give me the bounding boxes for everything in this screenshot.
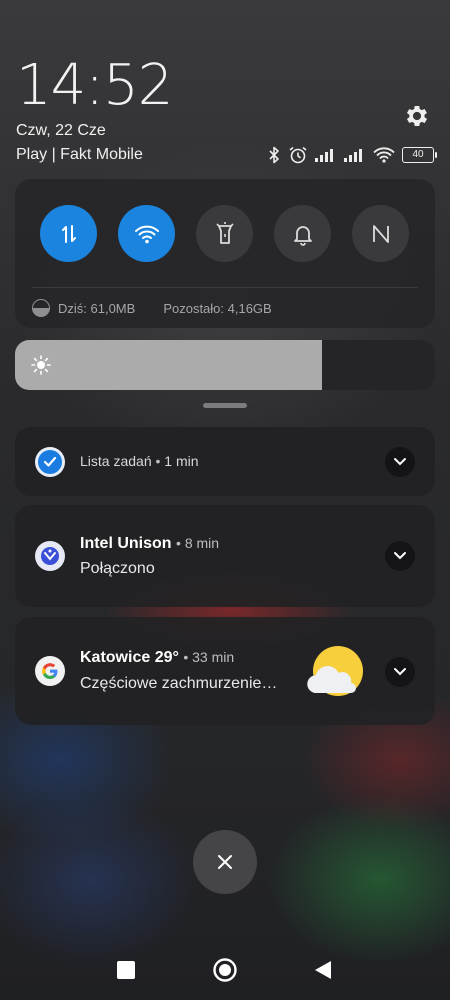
notification-time: 33 min	[192, 649, 235, 665]
carrier-name: Play | Fakt Mobile	[16, 146, 143, 163]
signal-icon	[344, 149, 362, 162]
recents-button[interactable]	[117, 961, 135, 979]
home-icon	[213, 958, 237, 982]
app-icon	[35, 447, 65, 477]
notification-body: Połączono	[80, 560, 155, 577]
sun-icon	[31, 355, 51, 375]
brightness-slider[interactable]	[15, 340, 435, 390]
expand-button[interactable]	[385, 447, 415, 477]
notification-header: Intel Unison • 8 min	[80, 535, 220, 552]
data-today: Dziś: 61,0MB	[58, 300, 136, 316]
google-icon	[42, 663, 58, 679]
home-button[interactable]	[212, 957, 238, 983]
intel-unison-icon	[41, 547, 59, 565]
app-icon	[35, 541, 65, 571]
panel-drag-handle[interactable]	[203, 403, 247, 408]
notification-body: Częściowe zachmurzenie…	[80, 675, 278, 692]
notification-card[interactable]: Katowice 29° • 33 min Częściowe zachmurz…	[15, 617, 435, 725]
close-icon	[218, 855, 232, 869]
partly-cloudy-icon	[307, 646, 363, 696]
app-icon	[35, 656, 65, 686]
wifi-status-icon	[373, 147, 395, 163]
brightness-fill	[15, 340, 322, 390]
bluetooth-icon	[269, 146, 279, 164]
date: Czw, 22 Cze	[16, 122, 106, 139]
back-icon	[315, 961, 331, 979]
clock: 14:52	[16, 53, 173, 118]
mobile-data-toggle[interactable]	[40, 205, 97, 262]
chevron-down-icon	[394, 668, 406, 676]
back-button[interactable]	[313, 960, 333, 980]
settings-gear-icon[interactable]	[403, 102, 431, 130]
status-bar-icons: 40	[267, 144, 437, 166]
data-usage-icon	[32, 299, 50, 317]
check-icon	[43, 456, 57, 467]
signal-icon	[315, 149, 333, 162]
wifi-toggle[interactable]	[118, 205, 175, 262]
quick-settings-panel: Dziś: 61,0MB Pozostało: 4,16GB	[15, 179, 435, 328]
expand-button[interactable]	[385, 541, 415, 571]
data-usage-row[interactable]: Dziś: 61,0MB Pozostało: 4,16GB	[32, 299, 272, 317]
alarm-icon	[289, 146, 307, 164]
divider	[32, 287, 418, 288]
notification-time: 1 min	[164, 453, 199, 469]
app-name: Lista zadań	[80, 453, 152, 469]
clear-all-button[interactable]	[193, 830, 257, 894]
sound-toggle[interactable]	[274, 205, 331, 262]
arrows-up-down-icon	[61, 224, 76, 243]
nfc-icon	[372, 224, 389, 243]
chevron-down-icon	[394, 458, 406, 466]
notification-card[interactable]: Lista zadań • 1 min	[15, 427, 435, 496]
wifi-icon	[134, 225, 159, 243]
expand-button[interactable]	[385, 657, 415, 687]
battery-icon: 40	[402, 147, 437, 163]
flashlight-toggle[interactable]	[196, 205, 253, 262]
notification-header: Katowice 29° • 33 min	[80, 649, 235, 666]
notification-time: 8 min	[184, 535, 220, 551]
notification-title: Katowice 29°	[80, 649, 179, 666]
data-remaining: Pozostało: 4,16GB	[163, 300, 272, 316]
notification-title: Intel Unison	[80, 535, 172, 552]
nfc-toggle[interactable]	[352, 205, 409, 262]
flashlight-icon	[215, 221, 234, 244]
notification-card[interactable]: Intel Unison • 8 min Połączono	[15, 505, 435, 607]
chevron-down-icon	[394, 552, 406, 560]
notification-header: Lista zadań • 1 min	[80, 453, 199, 469]
bell-icon	[293, 225, 312, 246]
